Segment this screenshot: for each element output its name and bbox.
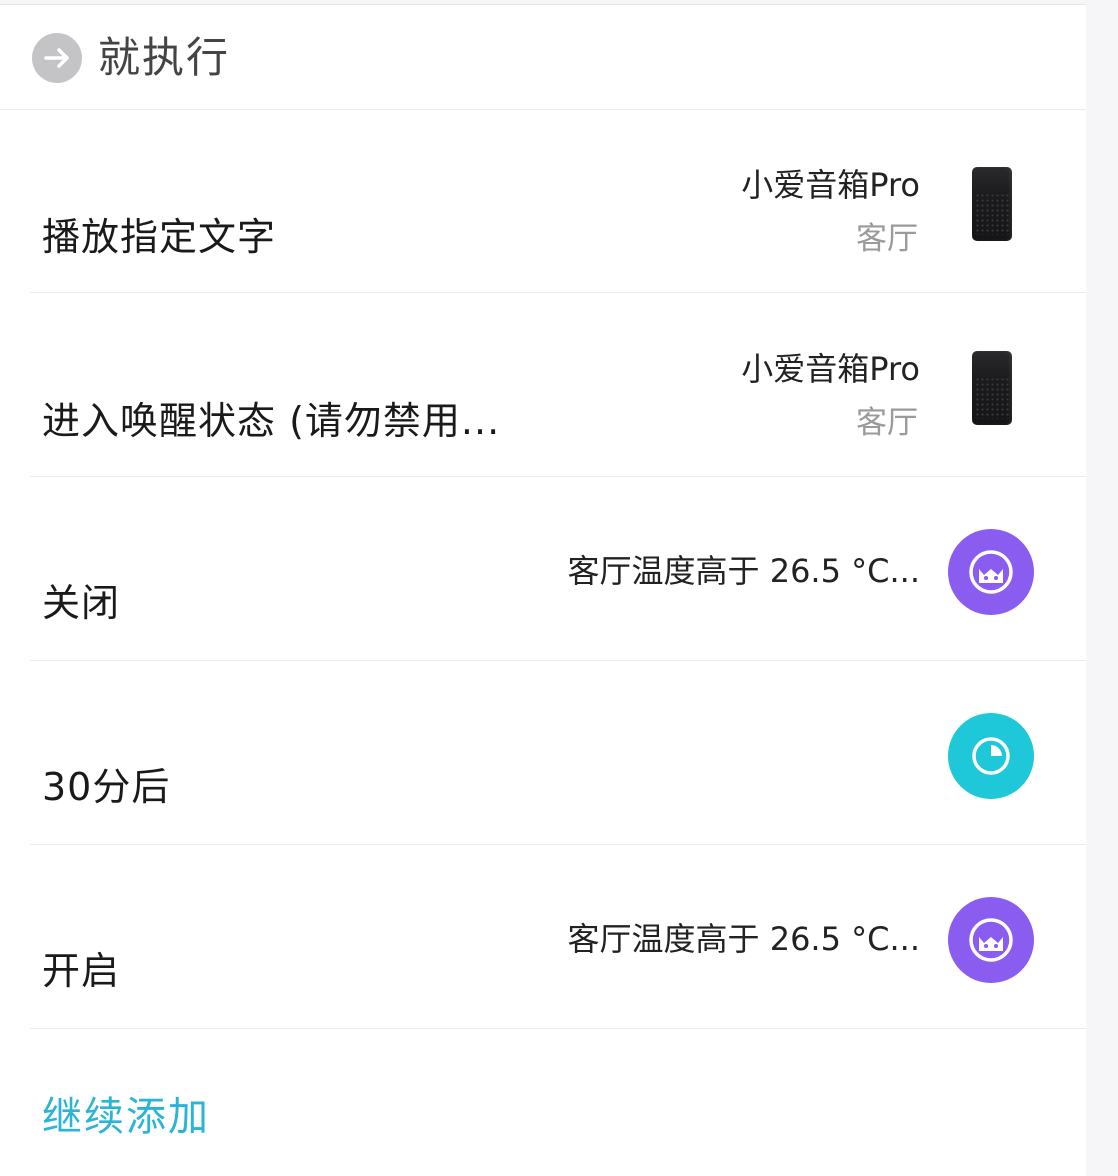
cat-automation-icon [948,529,1034,615]
action-label: 30分后 [42,765,171,809]
then-execute-header: 就执行 [0,5,1086,110]
condition-text: 客厅温度高于 26.5 °C... [567,920,920,958]
timer-icon [948,713,1034,799]
action-row-turn-off[interactable]: 关闭 客厅温度高于 26.5 °C... [0,477,1086,661]
action-row-play-text[interactable]: 播放指定文字 小爱音箱Pro 客厅 [0,109,1086,293]
device-room: 客厅 [856,221,918,257]
speaker-device-icon [972,351,1012,425]
device-name: 小爱音箱Pro [741,350,920,388]
action-label: 播放指定文字 [42,215,277,259]
action-label: 进入唤醒状态 (请勿禁用... [42,399,501,443]
condition-text: 客厅温度高于 26.5 °C... [567,552,920,590]
device-room: 客厅 [856,405,918,441]
header-title: 就执行 [98,33,231,82]
action-row-wake-state[interactable]: 进入唤醒状态 (请勿禁用... 小爱音箱Pro 客厅 [0,293,1086,477]
action-label: 关闭 [42,581,121,625]
speaker-device-icon [972,167,1012,241]
action-label: 开启 [42,949,121,993]
arrow-right-icon [32,33,82,83]
cat-automation-icon [948,897,1034,983]
scene-action-page: 就执行 播放指定文字 小爱音箱Pro 客厅 进入唤醒状态 (请勿禁用... 小爱… [0,0,1118,1176]
action-list-card: 就执行 播放指定文字 小爱音箱Pro 客厅 进入唤醒状态 (请勿禁用... 小爱… [0,4,1086,1176]
add-more-link[interactable]: 继续添加 [42,1091,210,1143]
device-name: 小爱音箱Pro [741,166,920,204]
action-row-turn-on[interactable]: 开启 客厅温度高于 26.5 °C... [0,845,1086,1029]
action-row-delay[interactable]: 30分后 [0,661,1086,845]
row-divider [30,1028,1086,1029]
